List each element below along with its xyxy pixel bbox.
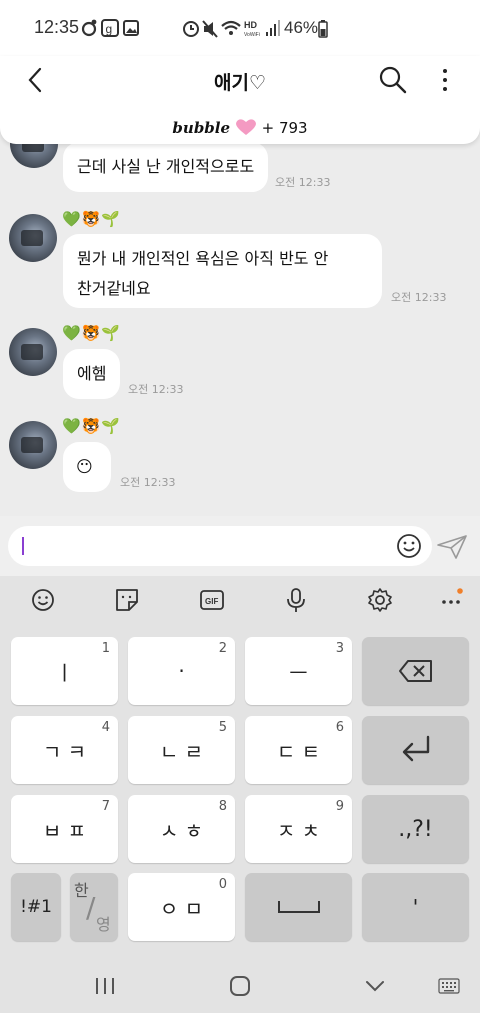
message-time: 오전 12:33 xyxy=(120,476,176,489)
key-8[interactable]: 8ㅅ ㅎ xyxy=(128,795,235,863)
message-bubble[interactable]: 😶 xyxy=(63,442,111,492)
smiley-icon[interactable] xyxy=(396,533,422,559)
mute-icon xyxy=(202,20,218,38)
key-9[interactable]: 9ㅈ ㅊ xyxy=(245,795,352,863)
more-icon[interactable] xyxy=(438,586,466,614)
avatar[interactable] xyxy=(9,214,57,262)
status-time: 12:35 xyxy=(34,17,80,37)
search-icon[interactable] xyxy=(378,65,408,95)
symbols-key[interactable]: !#1 xyxy=(11,873,61,941)
key-2[interactable]: 2 · xyxy=(128,637,235,705)
svg-text:HD: HD xyxy=(244,20,257,30)
language-toggle-key[interactable]: 한 / 영 xyxy=(70,873,118,941)
gear-icon[interactable] xyxy=(366,586,394,614)
key-0[interactable]: 0ㅇ ㅁ xyxy=(128,873,235,941)
navigation-bar xyxy=(0,958,480,1013)
keyboard-toolbar: GIF xyxy=(0,576,480,624)
battery-percent: 46% xyxy=(284,18,319,37)
keyboard: 1ㅣ 2 · 3ㅡ 4ㄱ ㅋ 5ㄴ ㄹ 6ㄷ ㅌ 7ㅂ ㅍ 8ㅅ ㅎ 9ㅈ ㅊ .… xyxy=(0,624,480,958)
space-key[interactable] xyxy=(245,873,352,941)
key-7[interactable]: 7ㅂ ㅍ xyxy=(11,795,118,863)
status-right-icons: HD VoWiFi xyxy=(183,20,280,38)
status-left-icons: g xyxy=(81,19,139,37)
battery-icon xyxy=(318,20,328,38)
punctuation-key[interactable]: .,?! xyxy=(362,795,469,863)
home-icon[interactable] xyxy=(228,974,252,998)
pink-heart-icon xyxy=(235,119,256,135)
backspace-icon xyxy=(399,660,432,682)
message-input-bar xyxy=(0,516,480,576)
status-bar: 12:35 g HD VoWiFi 46% xyxy=(0,0,480,56)
message-time: 오전 12:33 xyxy=(128,383,184,396)
alarm-icon xyxy=(183,21,199,37)
back-chevron-icon[interactable] xyxy=(364,978,386,994)
chat-area[interactable]: 근데 사실 난 개인적으로도 오전 12:33 💚🐯🌱 뭔가 내 개인적인 욕심… xyxy=(0,130,480,516)
message-time: 오전 12:33 xyxy=(391,291,447,304)
message-bubble[interactable]: 에헴 xyxy=(63,349,121,399)
subscriber-count: + 793 xyxy=(261,119,308,137)
key-1[interactable]: 1ㅣ xyxy=(11,637,118,705)
paper-plane-icon[interactable] xyxy=(436,534,468,560)
text-cursor xyxy=(22,537,24,555)
hd-volte-icon: HD VoWiFi xyxy=(244,20,260,38)
mic-icon[interactable] xyxy=(282,586,310,614)
svg-text:GIF: GIF xyxy=(205,597,218,606)
bubble-label: bubble xyxy=(172,119,231,137)
avatar[interactable] xyxy=(9,421,57,469)
key-6[interactable]: 6ㄷ ㅌ xyxy=(245,716,352,784)
enter-icon xyxy=(402,735,430,762)
message-time: 오전 12:33 xyxy=(275,176,331,189)
emoji-icon[interactable] xyxy=(29,586,57,614)
apostrophe-key[interactable]: ' xyxy=(362,873,469,941)
key-5[interactable]: 5ㄴ ㄹ xyxy=(128,716,235,784)
bubble-subscribers: bubble + 793 xyxy=(0,118,480,137)
message-input[interactable] xyxy=(8,526,432,566)
svg-text:g: g xyxy=(106,22,113,36)
enter-key[interactable] xyxy=(362,716,469,784)
space-icon xyxy=(278,901,320,913)
message-line: 찬거같네요 xyxy=(77,279,151,298)
message-bubble[interactable]: 뭔가 내 개인적인 욕심은 아직 반도 안 찬거같네요 xyxy=(63,234,382,308)
sender-emoji: 💚🐯🌱 xyxy=(62,210,122,228)
signal-icon xyxy=(266,20,280,36)
message-bubble[interactable]: 근데 사실 난 개인적으로도 xyxy=(63,142,269,192)
message-line: 뭔가 내 개인적인 욕심은 아직 반도 안 xyxy=(77,249,329,268)
sender-emoji: 💚🐯🌱 xyxy=(62,324,122,342)
avatar[interactable] xyxy=(9,328,57,376)
wifi-icon xyxy=(221,20,241,35)
chat-header: 애기♡ bubble + 793 xyxy=(0,56,480,144)
image-icon xyxy=(123,20,139,36)
backspace-key[interactable] xyxy=(362,637,469,705)
svg-text:VoWiFi: VoWiFi xyxy=(244,32,260,38)
key-3[interactable]: 3ㅡ xyxy=(245,637,352,705)
more-options-icon[interactable] xyxy=(438,66,452,94)
chat-title: 애기♡ xyxy=(214,72,266,94)
recents-icon[interactable] xyxy=(94,976,116,996)
sender-emoji: 💚🐯🌱 xyxy=(62,417,122,435)
g-badge-icon: g xyxy=(101,19,119,37)
gif-icon[interactable]: GIF xyxy=(198,586,226,614)
sticker-icon[interactable] xyxy=(113,586,141,614)
key-4[interactable]: 4ㄱ ㅋ xyxy=(11,716,118,784)
keyboard-icon[interactable] xyxy=(438,978,460,994)
threads-icon xyxy=(81,19,97,37)
